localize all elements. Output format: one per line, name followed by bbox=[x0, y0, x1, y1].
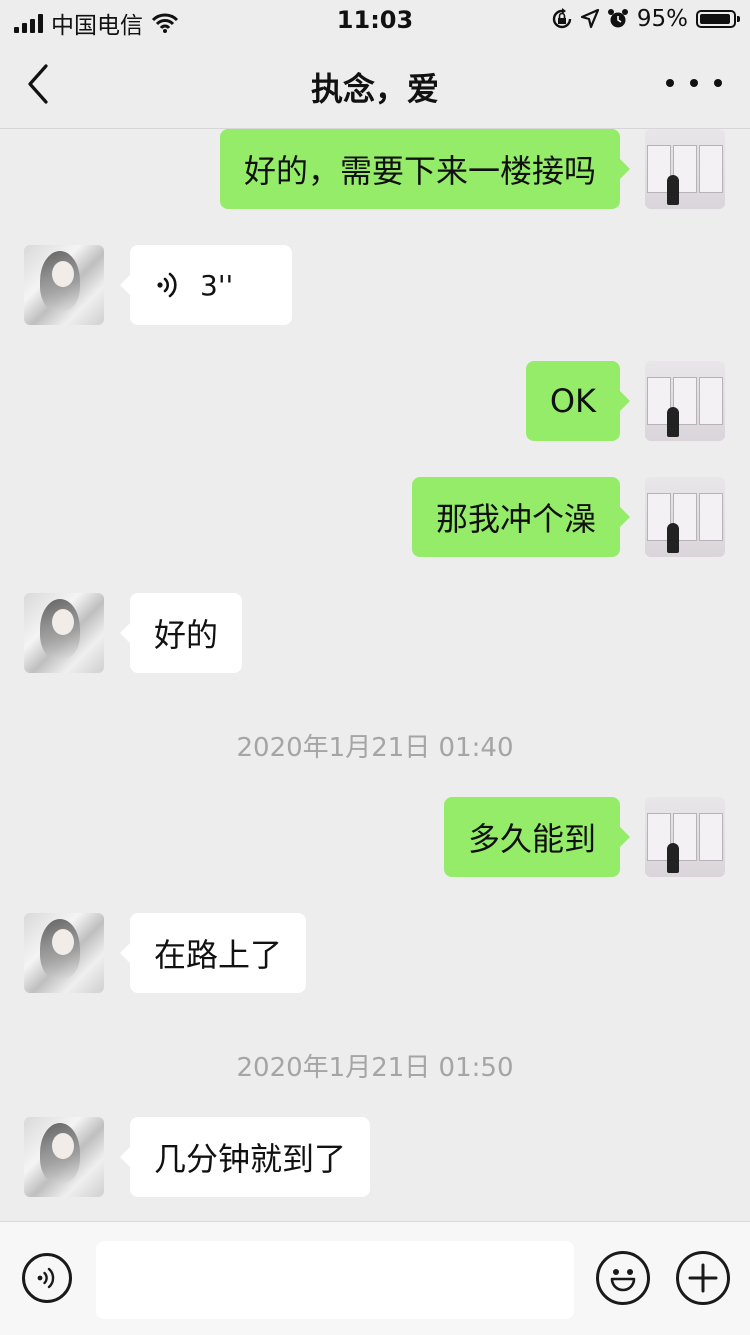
voice-message-bubble[interactable]: 3'' bbox=[120, 245, 292, 325]
message-bubble[interactable]: 多久能到 bbox=[443, 797, 631, 877]
my-avatar[interactable] bbox=[645, 797, 725, 877]
contact-avatar[interactable] bbox=[24, 245, 104, 325]
more-button[interactable] bbox=[666, 68, 722, 98]
voice-duration: 3'' bbox=[200, 268, 234, 302]
emoji-button[interactable] bbox=[596, 1251, 650, 1305]
message-list[interactable]: 好的，需要下来一楼接吗 3'' OK 那我冲个澡 好的 2020年1月21日 0… bbox=[0, 129, 750, 1221]
alarm-icon bbox=[607, 9, 628, 28]
chat-title: 执念，爱 bbox=[310, 70, 439, 108]
my-avatar[interactable] bbox=[645, 129, 725, 209]
input-bar bbox=[0, 1221, 750, 1335]
plus-icon bbox=[688, 1263, 718, 1293]
nav-bar: 执念，爱 bbox=[0, 40, 750, 129]
battery-fill bbox=[700, 14, 730, 24]
message-bubble[interactable]: 好的，需要下来一楼接吗 bbox=[219, 129, 631, 209]
location-icon bbox=[580, 9, 599, 29]
message-bubble[interactable]: 几分钟就到了 bbox=[119, 1117, 371, 1197]
message-bubble[interactable]: 好的 bbox=[119, 593, 243, 673]
status-bar: 中国电信 11:03 95% bbox=[0, 0, 750, 40]
message-timestamp: 2020年1月21日 01:50 bbox=[236, 1053, 514, 1083]
battery-percent: 95% bbox=[636, 6, 688, 32]
my-avatar[interactable] bbox=[645, 477, 725, 557]
message-bubble[interactable]: 在路上了 bbox=[119, 913, 307, 993]
emoji-icon bbox=[610, 1269, 636, 1292]
message-input[interactable] bbox=[96, 1241, 574, 1319]
more-functions-button[interactable] bbox=[676, 1251, 730, 1305]
message-bubble[interactable]: OK bbox=[525, 361, 631, 441]
voice-mode-icon bbox=[37, 1267, 55, 1289]
contact-avatar[interactable] bbox=[24, 1117, 104, 1197]
more-dots-icon bbox=[666, 79, 722, 87]
contact-avatar[interactable] bbox=[24, 593, 104, 673]
contact-avatar[interactable] bbox=[24, 913, 104, 993]
battery-icon bbox=[696, 10, 740, 28]
status-right: 95% bbox=[551, 6, 740, 32]
my-avatar[interactable] bbox=[645, 361, 725, 441]
screen-lock-icon bbox=[552, 8, 572, 29]
message-timestamp: 2020年1月21日 01:40 bbox=[236, 733, 514, 763]
voice-mode-button[interactable] bbox=[22, 1253, 72, 1303]
message-bubble[interactable]: 那我冲个澡 bbox=[411, 477, 631, 557]
voice-playback-icon bbox=[157, 272, 177, 298]
